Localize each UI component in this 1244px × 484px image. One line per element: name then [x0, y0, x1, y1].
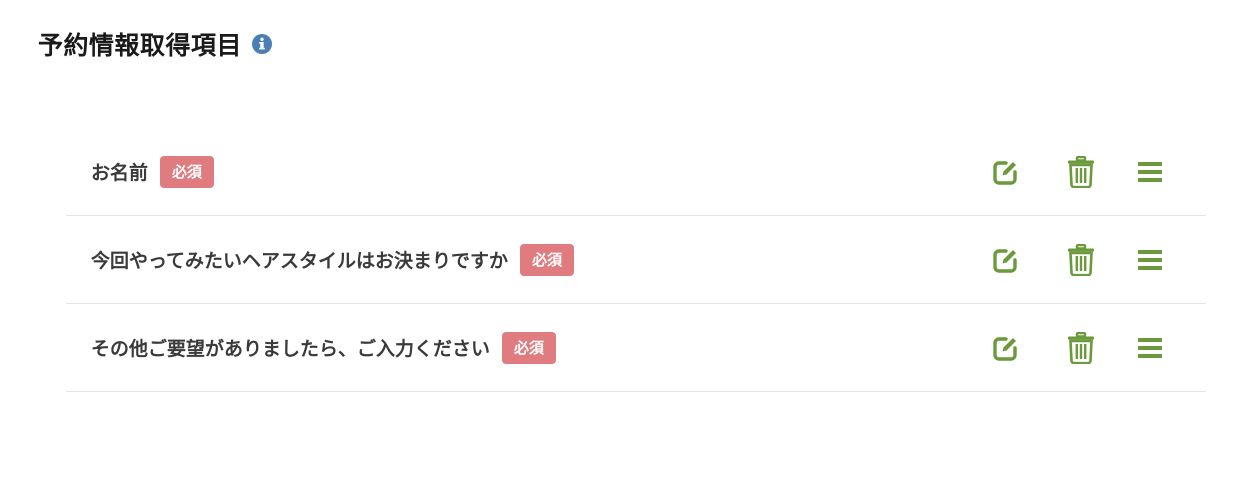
drag-handle-icon[interactable] [1133, 331, 1167, 365]
trash-icon[interactable] [1064, 243, 1098, 277]
field-label: その他ご要望がありましたら、ご入力ください [91, 338, 491, 360]
drag-handle-icon[interactable] [1133, 243, 1167, 277]
edit-icon[interactable] [988, 155, 1022, 189]
trash-icon[interactable] [1064, 331, 1098, 365]
required-badge: 必須 [502, 331, 557, 364]
page-header: 予約情報取得項目 [38, 26, 273, 62]
row-actions [988, 216, 1167, 303]
list-item: お名前 必須 [66, 128, 1206, 216]
field-label-group: その他ご要望がありましたら、ご入力ください 必須 [66, 331, 557, 364]
info-icon[interactable] [252, 34, 273, 54]
row-actions [988, 304, 1167, 391]
field-label: 今回やってみたいヘアスタイルはお決まりですか [91, 250, 509, 272]
list-item: 今回やってみたいヘアスタイルはお決まりですか 必須 [66, 216, 1206, 304]
field-label: お名前 [91, 162, 149, 184]
edit-icon[interactable] [988, 243, 1022, 277]
trash-icon[interactable] [1064, 155, 1098, 189]
field-label-group: お名前 必須 [66, 155, 215, 188]
list-item: その他ご要望がありましたら、ご入力ください 必須 [66, 304, 1206, 392]
row-actions [988, 128, 1167, 215]
field-list: お名前 必須 今回やってみたいヘアスタイルはお決まりですか 必須 その他ご要望が… [66, 128, 1206, 392]
edit-icon[interactable] [988, 331, 1022, 365]
page-title: 予約情報取得項目 [38, 31, 243, 60]
required-badge: 必須 [160, 155, 215, 188]
drag-handle-icon[interactable] [1133, 155, 1167, 189]
field-label-group: 今回やってみたいヘアスタイルはお決まりですか 必須 [66, 243, 575, 276]
required-badge: 必須 [520, 243, 575, 276]
